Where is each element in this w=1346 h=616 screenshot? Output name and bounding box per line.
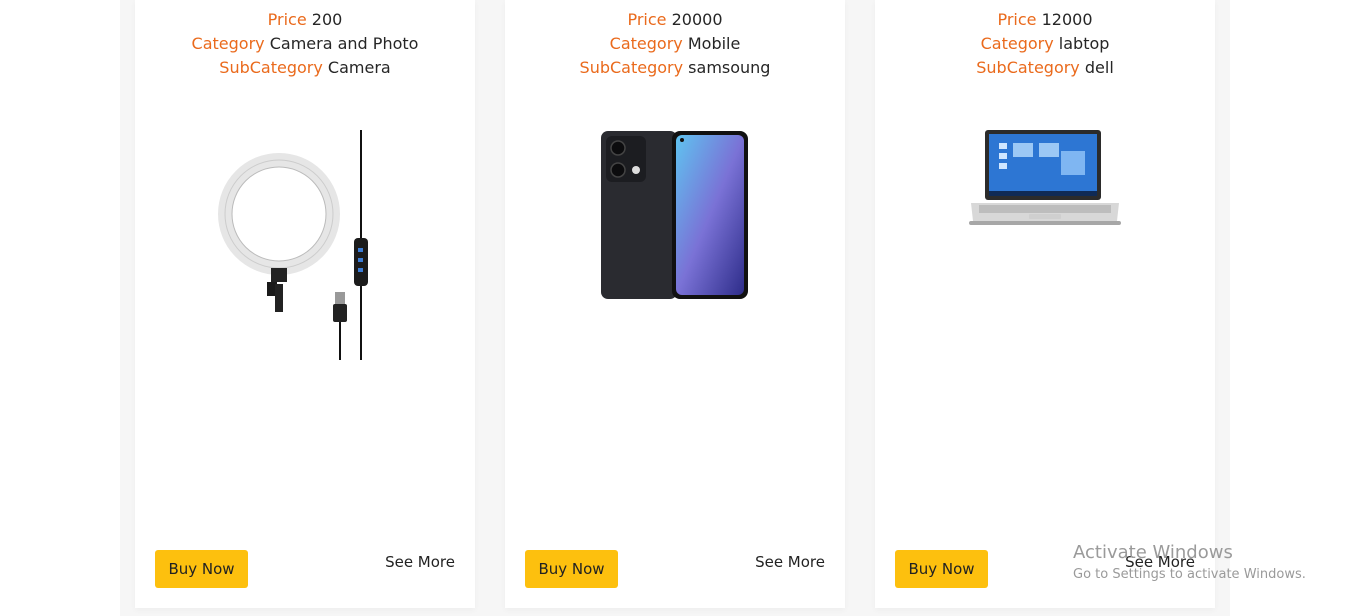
category-value: Camera and Photo bbox=[269, 34, 419, 53]
category-row: Category Mobile bbox=[505, 32, 845, 56]
buy-now-button[interactable]: Buy Now bbox=[525, 550, 618, 588]
see-more-link[interactable]: See More bbox=[385, 553, 455, 571]
laptop-image bbox=[875, 129, 1215, 227]
price-row: Price 200 bbox=[135, 8, 475, 32]
subcategory-value: dell bbox=[1084, 58, 1114, 77]
smartphone-image bbox=[505, 130, 845, 302]
category-row: Category labtop bbox=[875, 32, 1215, 56]
subcategory-row: SubCategory dell bbox=[875, 56, 1215, 80]
subcategory-row: SubCategory Camera bbox=[135, 56, 475, 80]
price-value: 200 bbox=[311, 10, 343, 29]
product-meta: Price 20000 Category Mobile SubCategory … bbox=[505, 8, 845, 80]
see-more-link[interactable]: See More bbox=[755, 553, 825, 571]
product-card: Price 20000 Category Mobile SubCategory … bbox=[505, 0, 845, 608]
price-label: Price bbox=[627, 10, 667, 29]
category-label: Category bbox=[609, 34, 683, 53]
activate-windows-watermark: Activate Windows Go to Settings to activ… bbox=[1073, 542, 1306, 584]
watermark-subtitle: Go to Settings to activate Windows. bbox=[1073, 567, 1306, 582]
price-row: Price 20000 bbox=[505, 8, 845, 32]
product-card: Price 12000 Category labtop SubCategory … bbox=[875, 0, 1215, 608]
watermark-title: Activate Windows bbox=[1073, 542, 1233, 563]
subcategory-row: SubCategory samsoung bbox=[505, 56, 845, 80]
category-label: Category bbox=[191, 34, 265, 53]
product-meta: Price 200 Category Camera and Photo SubC… bbox=[135, 8, 475, 80]
ring-light-image bbox=[135, 128, 475, 364]
price-value: 20000 bbox=[671, 10, 723, 29]
buy-now-button[interactable]: Buy Now bbox=[155, 550, 248, 588]
subcategory-label: SubCategory bbox=[579, 58, 684, 77]
subcategory-value: samsoung bbox=[688, 58, 771, 77]
category-row: Category Camera and Photo bbox=[135, 32, 475, 56]
category-label: Category bbox=[980, 34, 1054, 53]
category-value: labtop bbox=[1058, 34, 1110, 53]
price-label: Price bbox=[267, 10, 307, 29]
price-label: Price bbox=[997, 10, 1037, 29]
price-value: 12000 bbox=[1041, 10, 1093, 29]
category-value: Mobile bbox=[687, 34, 741, 53]
price-row: Price 12000 bbox=[875, 8, 1215, 32]
subcategory-label: SubCategory bbox=[976, 58, 1080, 77]
buy-now-button[interactable]: Buy Now bbox=[895, 550, 988, 588]
product-meta: Price 12000 Category labtop SubCategory … bbox=[875, 8, 1215, 80]
product-card: Price 200 Category Camera and Photo SubC… bbox=[135, 0, 475, 608]
subcategory-value: Camera bbox=[327, 58, 391, 77]
subcategory-label: SubCategory bbox=[219, 58, 323, 77]
